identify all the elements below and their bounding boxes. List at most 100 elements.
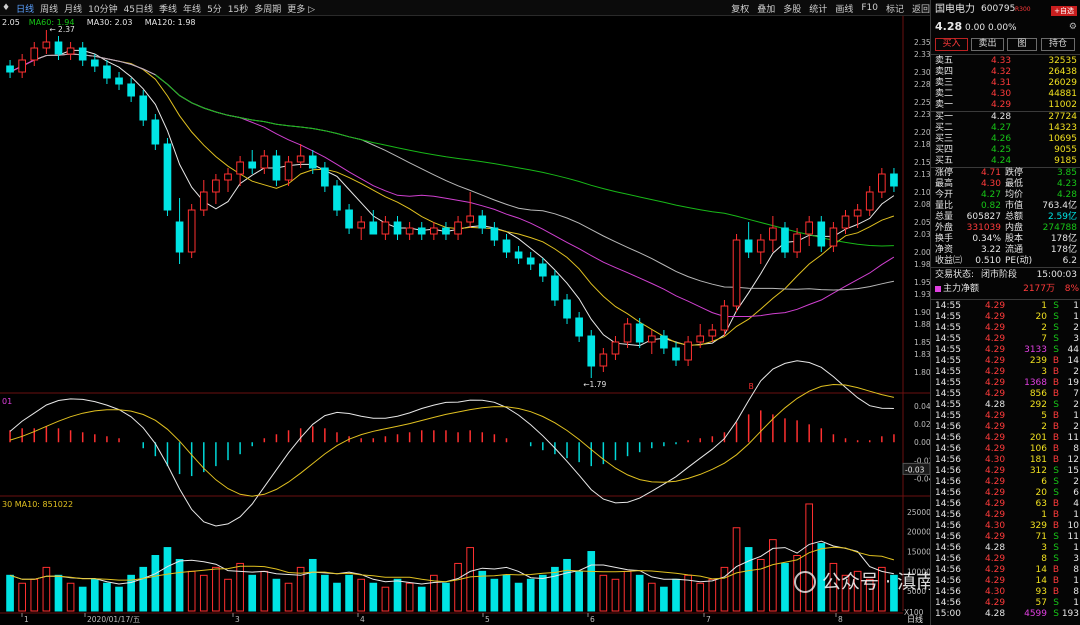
candle-body[interactable] <box>744 239 753 253</box>
period-tab-2[interactable]: 周线 <box>40 2 58 15</box>
candle-body[interactable] <box>42 41 51 49</box>
candle-body[interactable] <box>284 161 293 181</box>
candle-body[interactable] <box>333 185 341 211</box>
candle-body[interactable] <box>163 143 172 211</box>
candle-body[interactable] <box>865 191 874 211</box>
period-tab-3[interactable]: 月线 <box>64 2 82 15</box>
trade-button-3[interactable]: 持仓 <box>1041 38 1075 51</box>
candle-body[interactable] <box>54 41 63 55</box>
period-tab-8[interactable]: 5分 <box>207 2 222 15</box>
candle-body[interactable] <box>78 47 87 61</box>
candle-body[interactable] <box>127 83 135 97</box>
tool-button-1[interactable]: 叠加 <box>757 2 775 15</box>
candle-body[interactable] <box>369 221 378 235</box>
period-tab-7[interactable]: 年线 <box>183 2 201 15</box>
candle-body[interactable] <box>90 59 99 67</box>
candle-body[interactable] <box>175 221 184 253</box>
tool-button-6[interactable]: 标记 <box>886 2 904 15</box>
candle-body[interactable] <box>708 329 717 337</box>
candle-body[interactable] <box>430 227 438 235</box>
tool-button-7[interactable]: 返回 <box>912 2 930 15</box>
period-tab-1[interactable]: 日线 <box>16 2 34 15</box>
period-tab-10[interactable]: 多周期 <box>254 2 281 15</box>
candle-body[interactable] <box>357 221 366 229</box>
candle-body[interactable] <box>321 167 329 187</box>
candle-body[interactable] <box>224 173 232 181</box>
candle-body[interactable] <box>841 215 850 229</box>
candle-body[interactable] <box>623 323 632 343</box>
tool-button-3[interactable]: 统计 <box>809 2 827 15</box>
candle-body[interactable] <box>526 257 535 265</box>
candle-body[interactable] <box>829 227 838 247</box>
tool-button-4[interactable]: 画线 <box>835 2 853 15</box>
candle-body[interactable] <box>611 341 620 355</box>
tool-button-2[interactable]: 多股 <box>783 2 801 15</box>
candle-body[interactable] <box>212 179 220 193</box>
candle-body[interactable] <box>115 77 123 85</box>
period-tab-0[interactable]: ♦ <box>2 3 10 13</box>
candle-body[interactable] <box>756 239 765 253</box>
candle-body[interactable] <box>563 299 571 319</box>
settings-icon[interactable]: ⚙ <box>1069 22 1077 33</box>
candle-body[interactable] <box>769 227 777 241</box>
period-tab-9[interactable]: 15秒 <box>228 2 248 15</box>
candle-body[interactable] <box>551 275 559 301</box>
candle-body[interactable] <box>405 227 414 235</box>
candle-body[interactable] <box>853 209 862 217</box>
candle-body[interactable] <box>817 221 826 247</box>
candle-body[interactable] <box>805 221 814 235</box>
candle-body[interactable] <box>66 47 75 55</box>
candle-body[interactable] <box>575 317 583 337</box>
candle-body[interactable] <box>248 161 257 169</box>
candle-body[interactable] <box>878 173 886 193</box>
candle-body[interactable] <box>502 239 511 253</box>
candle-body[interactable] <box>199 191 208 211</box>
candle-body[interactable] <box>381 221 390 235</box>
candle-body[interactable] <box>30 47 39 61</box>
candle-body[interactable] <box>151 119 160 145</box>
candle-body[interactable] <box>890 173 898 187</box>
candle-body[interactable] <box>18 59 26 73</box>
candle-body[interactable] <box>720 305 729 331</box>
candle-body[interactable] <box>587 335 596 367</box>
candle-body[interactable] <box>647 335 656 343</box>
candle-body[interactable] <box>635 323 644 343</box>
candle-body[interactable] <box>260 155 269 169</box>
candle-body[interactable] <box>272 155 281 181</box>
trade-button-2[interactable]: 图 <box>1007 38 1037 51</box>
candle-body[interactable] <box>599 353 608 367</box>
period-tab-5[interactable]: 45日线 <box>124 2 153 15</box>
period-tab-6[interactable]: 季线 <box>159 2 177 15</box>
tool-button-5[interactable]: F10 <box>861 3 878 13</box>
candle-body[interactable] <box>490 227 499 241</box>
candle-body[interactable] <box>732 239 741 307</box>
candle-body[interactable] <box>660 335 668 349</box>
candle-body[interactable] <box>781 227 789 253</box>
candle-body[interactable] <box>478 215 487 229</box>
tool-button-0[interactable]: 复权 <box>731 2 749 15</box>
trade-button-1[interactable]: 卖出 <box>971 38 1004 51</box>
candle-body[interactable] <box>454 221 462 235</box>
candle-body[interactable] <box>538 263 547 277</box>
candle-body[interactable] <box>696 335 705 343</box>
candle-body[interactable] <box>187 209 196 253</box>
candle-body[interactable] <box>672 347 680 361</box>
candle-body[interactable] <box>308 155 317 169</box>
add-watchlist-button[interactable]: +自选 <box>1051 6 1077 16</box>
candle-body[interactable] <box>442 227 450 235</box>
period-tab-11[interactable]: 更多 ▷ <box>287 2 315 15</box>
candle-body[interactable] <box>103 65 111 79</box>
candle-body[interactable] <box>684 341 692 361</box>
candle-body[interactable] <box>6 65 14 73</box>
candle-body[interactable] <box>793 233 801 253</box>
candle-body[interactable] <box>514 251 523 259</box>
candle-body[interactable] <box>466 215 474 223</box>
candle-body[interactable] <box>417 227 426 235</box>
candle-body[interactable] <box>296 155 305 163</box>
kline-chart[interactable]: 2.05 MA60: 1.94 MA30: 2.03 MA120: 1.982.352… <box>0 16 930 625</box>
period-tab-4[interactable]: 10分钟 <box>88 2 117 15</box>
candle-body[interactable] <box>236 161 244 175</box>
candle-body[interactable] <box>393 221 402 235</box>
candle-body[interactable] <box>345 209 353 229</box>
bottom-period-tab[interactable]: 日线 <box>907 614 923 624</box>
